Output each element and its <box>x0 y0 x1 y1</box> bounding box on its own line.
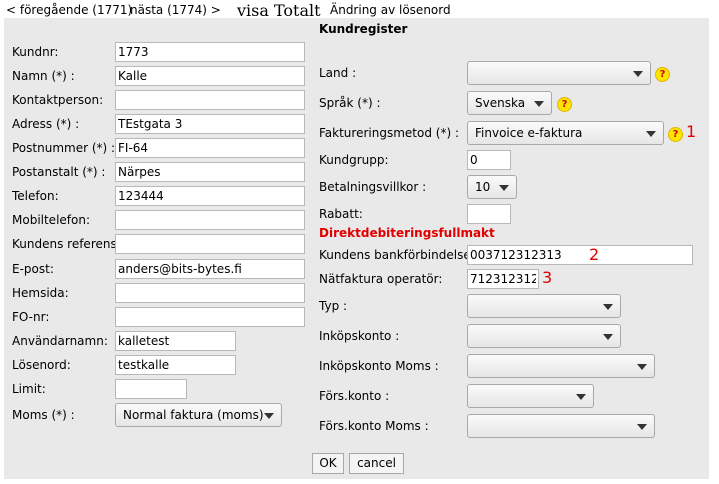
namn-input[interactable] <box>115 66 305 86</box>
fonr-label: FO-nr: <box>12 310 50 324</box>
cancel-button[interactable]: cancel <box>349 453 404 474</box>
kundgrupp-input[interactable] <box>467 150 511 170</box>
chevron-down-icon <box>576 394 586 400</box>
sprak-select-value: Svenska <box>475 96 526 110</box>
limit-input[interactable] <box>115 379 187 399</box>
betalningsvillkor-select-value: 10 <box>475 180 491 194</box>
chevron-down-icon <box>637 364 647 370</box>
kontaktperson-label: Kontaktperson: <box>12 93 104 107</box>
land-label: Land : <box>319 66 357 80</box>
epost-label: E-post: <box>12 262 54 276</box>
annotation-3: 3 <box>542 268 553 287</box>
mobiltelefon-label: Mobiltelefon: <box>12 213 90 227</box>
fonr-input[interactable] <box>115 307 305 327</box>
chevron-down-icon <box>603 304 613 310</box>
hemsida-label: Hemsida: <box>12 286 69 300</box>
mobiltelefon-input[interactable] <box>115 210 305 230</box>
postnummer-input[interactable] <box>115 138 305 158</box>
direct-debit-heading: Direktdebiteringsfullmakt <box>319 226 495 240</box>
land-help-icon[interactable]: ? <box>655 67 670 82</box>
inkopskonto-label: Inköpskonto : <box>319 329 400 343</box>
forskonto-select[interactable] <box>467 384 594 408</box>
faktureringsmetod-select[interactable]: Finvoice e-faktura <box>467 121 664 145</box>
land-select[interactable] <box>467 61 651 85</box>
losenord-label: Lösenord: <box>12 358 71 372</box>
referens-input[interactable] <box>115 234 305 254</box>
telefon-label: Telefon: <box>12 189 59 203</box>
moms-label: Moms (*) : <box>12 408 75 422</box>
bankforbindelse-input[interactable] <box>467 245 693 265</box>
postanstalt-label: Postanstalt (*) : <box>12 165 106 179</box>
forskonto-label: Förs.konto : <box>319 389 390 403</box>
bankforbindelse-label: Kundens bankförbindelse: <box>319 248 475 262</box>
losenord-input[interactable] <box>115 355 236 375</box>
sprak-help-icon[interactable]: ? <box>557 97 572 112</box>
betalningsvillkor-select[interactable]: 10 <box>467 175 517 199</box>
referens-label: Kundens referens: <box>12 237 121 251</box>
kundnr-label: Kundnr: <box>12 45 59 59</box>
faktureringsmetod-label: Faktureringsmetod (*) : <box>319 126 459 140</box>
kundnr-input[interactable] <box>115 42 305 62</box>
next-customer-link[interactable]: nästa (1774) > <box>130 3 221 17</box>
moms-select[interactable]: Normal faktura (moms) <box>115 403 282 427</box>
sprak-label: Språk (*) : <box>319 96 381 110</box>
telefon-input[interactable] <box>115 186 305 206</box>
postanstalt-input[interactable] <box>115 162 305 182</box>
form-title: Kundregister <box>319 22 408 36</box>
kundgrupp-label: Kundgrupp: <box>319 153 389 167</box>
chevron-down-icon <box>499 185 509 191</box>
anvandarnamn-label: Användarnamn: <box>12 334 108 348</box>
chevron-down-icon <box>646 131 656 137</box>
chevron-down-icon <box>264 413 274 419</box>
typ-label: Typ : <box>319 299 348 313</box>
kontaktperson-input[interactable] <box>115 90 305 110</box>
hemsida-input[interactable] <box>115 283 305 303</box>
namn-label: Namn (*) : <box>12 69 75 83</box>
annotation-1: 1 <box>686 122 697 141</box>
anvandarnamn-input[interactable] <box>115 331 236 351</box>
betalningsvillkor-label: Betalningsvillkor : <box>319 180 427 194</box>
ok-button[interactable]: OK <box>312 453 344 474</box>
rabatt-input[interactable] <box>467 204 511 224</box>
epost-input[interactable] <box>115 259 305 279</box>
previous-customer-link[interactable]: < föregående (1771) <box>6 3 132 17</box>
faktureringsmetod-select-value: Finvoice e-faktura <box>475 126 583 140</box>
adress-input[interactable] <box>115 114 305 134</box>
adress-label: Adress (*) : <box>12 117 80 131</box>
moms-select-value: Normal faktura (moms) <box>123 408 264 422</box>
inkopskonto-moms-label: Inköpskonto Moms : <box>319 359 439 373</box>
inkopskonto-moms-select[interactable] <box>467 354 655 378</box>
typ-select[interactable] <box>467 294 621 318</box>
chevron-down-icon <box>633 71 643 77</box>
forskonto-moms-label: Förs.konto Moms : <box>319 419 429 433</box>
password-change-link[interactable]: Ändring av lösenord <box>330 3 451 17</box>
chevron-down-icon <box>603 334 613 340</box>
inkopskonto-select[interactable] <box>467 324 621 348</box>
limit-label: Limit: <box>12 382 46 396</box>
natfaktura-label: Nätfaktura operatör: <box>319 272 443 286</box>
annotation-2: 2 <box>589 245 600 264</box>
chevron-down-icon <box>534 101 544 107</box>
faktureringsmetod-help-icon[interactable]: ? <box>668 127 683 142</box>
rabatt-label: Rabatt: <box>319 207 363 221</box>
chevron-down-icon <box>637 424 647 430</box>
natfaktura-input[interactable] <box>467 269 539 289</box>
postnummer-label: Postnummer (*) : <box>12 141 116 155</box>
sprak-select[interactable]: Svenska <box>467 91 552 115</box>
forskonto-moms-select[interactable] <box>467 414 655 438</box>
